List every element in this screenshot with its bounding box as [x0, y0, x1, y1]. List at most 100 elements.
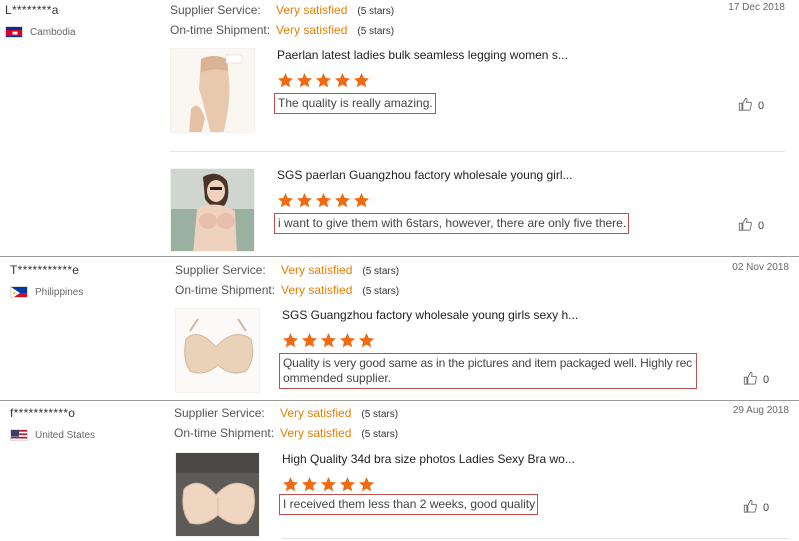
- buyer-name: L********a: [5, 3, 59, 17]
- supplier-service-value: Very satisfied: [281, 263, 353, 277]
- buyer-info: f***********o United States: [10, 405, 170, 441]
- star-icon: [339, 476, 356, 493]
- cambodia-flag-icon: [5, 26, 23, 38]
- buyer-country: Cambodia: [5, 26, 165, 38]
- like-count: 0: [758, 219, 765, 232]
- seller-ratings: Supplier Service: Very satisfied (5 star…: [174, 405, 398, 445]
- star-icon: [320, 332, 337, 349]
- thumbs-up-icon: [738, 217, 758, 234]
- star-icon: [315, 72, 332, 89]
- review-card: f***********o United States Supplier Ser…: [0, 405, 799, 541]
- shipment-value: Very satisfied: [280, 426, 352, 440]
- item-divider: [282, 538, 789, 539]
- star-icon: [353, 72, 370, 89]
- buyer-info: L********a Cambodia: [5, 2, 165, 38]
- star-icon: [320, 476, 337, 493]
- supplier-service-stars: (5 stars): [361, 409, 399, 420]
- item-divider: [170, 151, 785, 152]
- star-icon: [358, 332, 375, 349]
- review-divider: [0, 400, 799, 401]
- united-states-flag-icon: [10, 429, 28, 441]
- product-rating-stars: [277, 72, 372, 89]
- supplier-service-rating: Supplier Service: Very satisfied (5 star…: [170, 2, 394, 22]
- star-icon: [277, 72, 294, 89]
- star-icon: [282, 332, 299, 349]
- star-icon: [358, 476, 375, 493]
- star-icon: [334, 192, 351, 209]
- reviewed-product: High Quality 34d bra size photos Ladies …: [175, 452, 799, 541]
- review-date: 29 Aug 2018: [732, 405, 789, 416]
- buyer-name: T***********e: [10, 263, 80, 277]
- product-thumbnail[interactable]: [175, 452, 260, 537]
- seller-ratings: Supplier Service: Very satisfied (5 star…: [170, 2, 394, 42]
- buyer-info: T***********e Philippines: [10, 262, 170, 298]
- like-count: 0: [763, 501, 770, 514]
- buyer-country: United States: [10, 429, 170, 441]
- star-icon: [339, 332, 356, 349]
- feedback-text: i want to give them with 6stars, however…: [274, 213, 630, 234]
- star-icon: [296, 72, 313, 89]
- shipment-value: Very satisfied: [276, 23, 348, 37]
- product-rating-stars: [277, 192, 372, 209]
- feedback-line: ommended supplier.: [283, 371, 392, 385]
- supplier-service-label: Supplier Service:: [170, 3, 261, 17]
- like-button[interactable]: 0: [743, 499, 769, 516]
- star-icon: [296, 192, 313, 209]
- product-title-link[interactable]: Paerlan latest ladies bulk seamless legg…: [277, 48, 568, 62]
- star-icon: [315, 192, 332, 209]
- review-divider: [0, 256, 799, 257]
- country-name: United States: [35, 429, 96, 441]
- star-icon: [301, 332, 318, 349]
- supplier-service-label: Supplier Service:: [175, 263, 266, 277]
- supplier-service-stars: (5 stars): [357, 6, 395, 17]
- star-icon: [334, 72, 351, 89]
- country-name: Philippines: [35, 286, 84, 298]
- seller-ratings: Supplier Service: Very satisfied (5 star…: [175, 262, 399, 302]
- like-count: 0: [763, 373, 770, 386]
- product-thumbnail[interactable]: [175, 308, 260, 393]
- shipment-stars: (5 stars): [361, 429, 399, 440]
- like-button[interactable]: 0: [738, 97, 764, 114]
- buyer-name: f***********o: [10, 406, 76, 420]
- supplier-service-label: Supplier Service:: [174, 406, 265, 420]
- product-rating-stars: [282, 332, 377, 349]
- review-date: 02 Nov 2018: [732, 262, 789, 273]
- review-date: 17 Dec 2018: [728, 2, 785, 13]
- shipment-rating: On-time Shipment: Very satisfied (5 star…: [174, 425, 398, 445]
- product-title-link[interactable]: High Quality 34d bra size photos Ladies …: [282, 452, 575, 466]
- philippines-flag-icon: [10, 286, 28, 298]
- shipment-stars: (5 stars): [362, 286, 400, 297]
- feedback-line: Quality is very good same as in the pict…: [283, 356, 693, 370]
- supplier-service-value: Very satisfied: [280, 406, 352, 420]
- like-count: 0: [758, 99, 765, 112]
- review-card: T***********e Philippines Supplier Servi…: [0, 262, 799, 400]
- feedback-text: Quality is very good same as in the pict…: [279, 353, 697, 389]
- like-button[interactable]: 0: [738, 217, 764, 234]
- shipment-label: On-time Shipment:: [170, 23, 271, 37]
- shipment-label: On-time Shipment:: [174, 426, 275, 440]
- thumbs-up-icon: [743, 499, 763, 516]
- feedback-text: The quality is really amazing.: [274, 93, 436, 114]
- supplier-service-rating: Supplier Service: Very satisfied (5 star…: [174, 405, 398, 425]
- buyer-country: Philippines: [10, 286, 170, 298]
- supplier-service-rating: Supplier Service: Very satisfied (5 star…: [175, 262, 399, 282]
- product-title-link[interactable]: SGS paerlan Guangzhou factory wholesale …: [277, 168, 573, 182]
- review-card: L********a Cambodia Supplier Service: Ve…: [0, 2, 799, 256]
- star-icon: [353, 192, 370, 209]
- thumbs-up-icon: [738, 97, 758, 114]
- like-button[interactable]: 0: [743, 371, 769, 388]
- country-name: Cambodia: [30, 26, 76, 38]
- product-thumbnail[interactable]: [170, 48, 255, 133]
- supplier-service-stars: (5 stars): [362, 266, 400, 277]
- product-thumbnail[interactable]: [170, 168, 255, 252]
- star-icon: [301, 476, 318, 493]
- star-icon: [277, 192, 294, 209]
- star-icon: [282, 476, 299, 493]
- product-rating-stars: [282, 476, 377, 493]
- shipment-stars: (5 stars): [357, 26, 395, 37]
- thumbs-up-icon: [743, 371, 763, 388]
- reviewed-product: SGS Guangzhou factory wholesale young gi…: [175, 308, 799, 400]
- product-title-link[interactable]: SGS Guangzhou factory wholesale young gi…: [282, 308, 578, 322]
- supplier-service-value: Very satisfied: [276, 3, 348, 17]
- reviewed-product: Paerlan latest ladies bulk seamless legg…: [170, 48, 799, 148]
